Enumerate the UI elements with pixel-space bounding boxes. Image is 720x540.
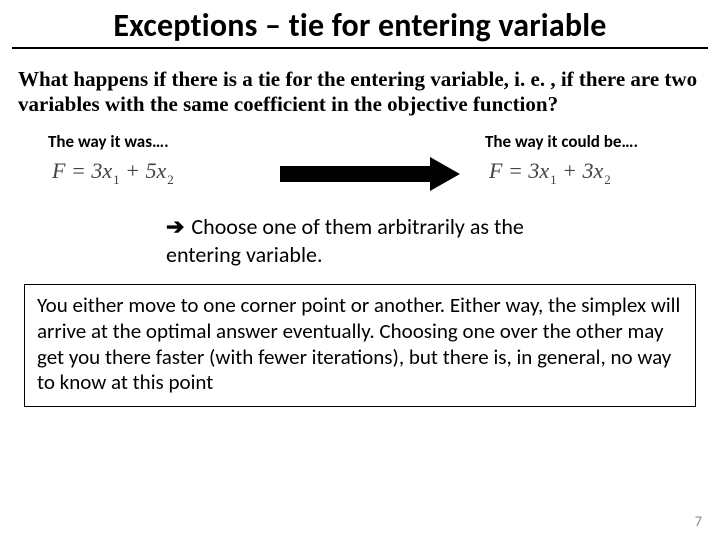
choose-text: ➔ Choose one of them arbitrarily as the … xyxy=(166,213,596,268)
formula-c1: 3 xyxy=(528,158,539,183)
arrow-head xyxy=(430,157,460,191)
explanation-box: You either move to one corner point or a… xyxy=(24,284,696,406)
formula-lhs: F xyxy=(52,158,65,183)
arrow-shaft xyxy=(280,166,430,182)
formula-s2: 2 xyxy=(166,172,174,187)
formula-v1: x xyxy=(539,158,549,183)
formula-v1: x xyxy=(102,158,112,183)
formula-s1: 1 xyxy=(112,172,120,187)
formula-s1: 1 xyxy=(549,172,557,187)
formula-c1: 3 xyxy=(91,158,102,183)
formula-right: F = 3x1 + 3x2 xyxy=(485,158,702,187)
right-column: The way it could be…. F = 3x1 + 3x2 xyxy=(475,131,702,187)
explanation-text: You either move to one corner point or a… xyxy=(37,292,680,395)
formula-left: F = 3x1 + 5x2 xyxy=(48,158,265,187)
formula-c2: 3 xyxy=(582,158,593,183)
left-column: The way it was…. F = 3x1 + 5x2 xyxy=(18,131,265,187)
right-caption: The way it could be…. xyxy=(485,131,702,152)
page-number: 7 xyxy=(695,513,702,530)
arrow-bullet-icon: ➔ xyxy=(166,214,184,239)
comparison-row: The way it was…. F = 3x1 + 5x2 The way i… xyxy=(18,131,702,191)
choose-body: Choose one of them arbitrarily as the en… xyxy=(166,213,524,268)
formula-lhs: F xyxy=(489,158,502,183)
formula-c2: 5 xyxy=(145,158,156,183)
slide-title: Exceptions – tie for entering variable xyxy=(12,0,708,49)
slide: Exceptions – tie for entering variable W… xyxy=(0,0,720,540)
arrow-icon xyxy=(265,131,475,191)
formula-s2: 2 xyxy=(603,172,611,187)
left-caption: The way it was…. xyxy=(48,131,265,152)
question-text: What happens if there is a tie for the e… xyxy=(18,67,702,117)
formula-v2: x xyxy=(593,158,603,183)
formula-v2: x xyxy=(156,158,166,183)
